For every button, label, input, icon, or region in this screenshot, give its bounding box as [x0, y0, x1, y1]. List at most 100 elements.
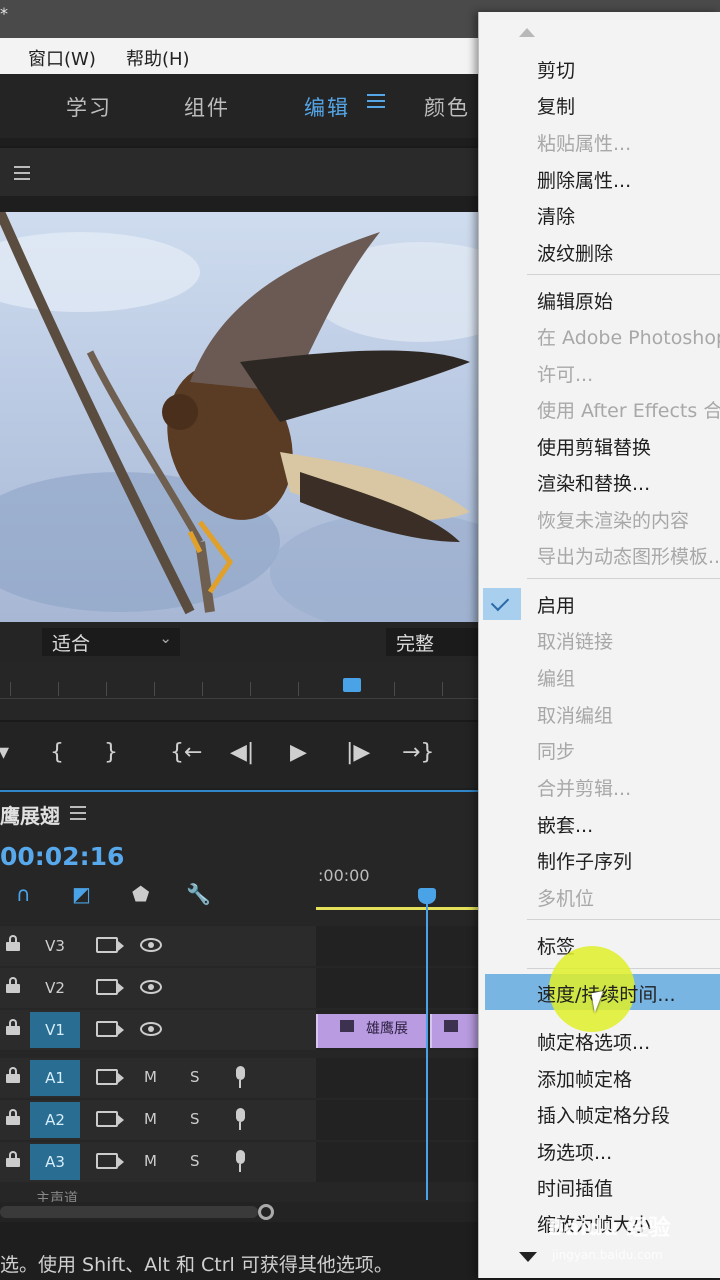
panel-menu-icon[interactable]	[14, 166, 30, 184]
microphone-icon[interactable]	[233, 1066, 247, 1088]
menu-item-field-options[interactable]: 场选项...	[537, 1138, 612, 1165]
track-target-v2[interactable]: V2	[30, 970, 80, 1006]
tab-learn[interactable]: 学习	[66, 92, 112, 122]
eye-icon[interactable]	[140, 1022, 162, 1036]
menu-item-add-frame-hold[interactable]: 添加帧定格	[537, 1065, 632, 1092]
chevron-down-icon: ⌄	[159, 629, 172, 647]
monitor-playhead[interactable]	[343, 678, 361, 692]
snap-icon[interactable]: ∩	[16, 882, 31, 906]
menu-item-ripple-delete[interactable]: 波纹删除	[537, 239, 613, 266]
video-clip[interactable]	[430, 1014, 480, 1048]
playback-resolution-dropdown[interactable]: 完整	[386, 628, 478, 656]
sync-lock-icon[interactable]	[96, 1153, 124, 1169]
lock-icon[interactable]	[6, 977, 20, 993]
menu-help[interactable]: 帮助(H)	[126, 45, 190, 71]
menu-item-render-and-replace[interactable]: 渲染和替换...	[537, 469, 650, 496]
zoom-level-dropdown[interactable]: 适合 ⌄	[42, 628, 180, 656]
scroll-down-arrow-icon[interactable]	[519, 1252, 537, 1262]
eye-icon[interactable]	[140, 980, 162, 994]
track-a1: A1 M S	[0, 1058, 480, 1098]
track-target-a3[interactable]: A3	[30, 1144, 80, 1180]
track-target-v3[interactable]: V3	[30, 928, 80, 964]
lock-icon[interactable]	[6, 1019, 20, 1035]
wrench-icon[interactable]: 🔧	[186, 882, 211, 906]
track-v1: V1 雄鹰展	[0, 1010, 480, 1050]
track-lane-a2[interactable]	[316, 1100, 480, 1140]
sync-lock-icon[interactable]	[96, 1021, 124, 1037]
menu-window[interactable]: 窗口(W)	[28, 45, 96, 71]
sync-lock-icon[interactable]	[96, 1111, 124, 1127]
menu-item-nest[interactable]: 嵌套...	[537, 811, 593, 838]
linked-selection-icon[interactable]: ◩	[72, 882, 91, 906]
sync-lock-icon[interactable]	[96, 937, 124, 953]
go-to-in-button[interactable]: {←	[170, 740, 202, 765]
mark-out-button[interactable]: }	[104, 740, 118, 765]
work-area-bar[interactable]	[316, 907, 480, 910]
zoom-handle[interactable]	[258, 1204, 274, 1220]
workspace-menu-icon[interactable]	[367, 94, 385, 112]
go-to-out-button[interactable]: →}	[402, 740, 434, 765]
video-clip[interactable]: 雄鹰展	[316, 1014, 426, 1048]
mute-button[interactable]: M	[144, 1152, 157, 1170]
menu-item-remove-attributes[interactable]: 删除属性...	[537, 166, 631, 193]
lock-icon[interactable]	[6, 1151, 20, 1167]
lock-icon[interactable]	[6, 1109, 20, 1125]
tab-assembly[interactable]: 组件	[184, 92, 230, 122]
microphone-icon[interactable]	[233, 1150, 247, 1172]
play-button[interactable]: ▶	[290, 740, 307, 765]
menu-item-speed-duration[interactable]: 速度/持续时间...	[537, 980, 676, 1007]
tab-color[interactable]: 颜色	[424, 92, 470, 122]
track-lane-v3[interactable]	[316, 926, 480, 966]
menu-item-edit-original[interactable]: 编辑原始	[537, 287, 613, 314]
solo-button[interactable]: S	[190, 1110, 200, 1128]
menu-item-frame-hold-options[interactable]: 帧定格选项...	[537, 1028, 650, 1055]
scroll-up-arrow-icon[interactable]	[519, 28, 535, 37]
timeline-playhead[interactable]	[418, 888, 436, 904]
scrollbar-thumb[interactable]	[0, 1206, 258, 1218]
eye-icon[interactable]	[140, 938, 162, 952]
menu-item-merge-clips: 合并剪辑...	[537, 778, 632, 800]
playhead-timecode[interactable]: 00:02:16	[0, 842, 124, 871]
microphone-icon[interactable]	[233, 1108, 247, 1130]
solo-button[interactable]: S	[190, 1068, 200, 1086]
add-marker-button[interactable]: ▾	[0, 740, 9, 765]
sync-lock-icon[interactable]	[96, 979, 124, 995]
lock-icon[interactable]	[6, 1067, 20, 1083]
menu-item-copy[interactable]: 复制	[537, 92, 575, 119]
track-lane-a1[interactable]	[316, 1058, 480, 1098]
menu-item-insert-frame-hold-segment[interactable]: 插入帧定格分段	[537, 1101, 670, 1128]
track-lane-a3[interactable]	[316, 1142, 480, 1182]
lock-icon[interactable]	[6, 935, 20, 951]
track-target-v1[interactable]: V1	[30, 1012, 80, 1048]
solo-button[interactable]: S	[190, 1152, 200, 1170]
menu-item-time-interpolation[interactable]: 时间插值	[537, 1174, 613, 1201]
menu-item-replace-with-clip[interactable]: 使用剪辑替换	[537, 433, 651, 460]
mute-button[interactable]: M	[144, 1068, 157, 1086]
menu-item-clear[interactable]: 清除	[537, 202, 575, 229]
menu-item-enable[interactable]: 启用	[537, 591, 575, 618]
mark-in-button[interactable]: {	[50, 740, 64, 765]
add-marker-icon[interactable]: ⬟	[132, 882, 149, 906]
menu-item-edit-in-photoshop: 在 Adobe Photoshop	[537, 327, 720, 349]
menu-item-paste-attributes: 粘贴属性...	[537, 133, 632, 155]
step-forward-button[interactable]: |▶	[346, 740, 370, 765]
timeline-menu-icon[interactable]	[70, 806, 86, 824]
mute-button[interactable]: M	[144, 1110, 157, 1128]
menu-item-cut[interactable]: 剪切	[537, 56, 575, 83]
track-target-a1[interactable]: A1	[30, 1060, 80, 1096]
timeline-horizontal-scrollbar[interactable]	[0, 1202, 480, 1222]
menu-item-export-mogrt: 导出为动态图形模板...	[537, 546, 720, 568]
tab-editing[interactable]: 编辑	[304, 92, 350, 122]
step-back-button[interactable]: ◀|	[230, 740, 254, 765]
track-target-a2[interactable]: A2	[30, 1102, 80, 1138]
track-lane-v2[interactable]	[316, 968, 480, 1008]
menu-separator	[527, 919, 720, 920]
sync-lock-icon[interactable]	[96, 1069, 124, 1085]
timeline-ruler[interactable]	[316, 892, 480, 912]
sequence-tab[interactable]: 鹰展翅	[0, 800, 60, 829]
menu-item-make-subsequence[interactable]: 制作子序列	[537, 847, 632, 874]
menu-item-ungroup: 取消编组	[537, 705, 614, 727]
menu-item-multi-camera: 多机位	[537, 888, 595, 910]
track-lane-v1[interactable]: 雄鹰展	[316, 1010, 480, 1050]
checkmark-icon	[483, 588, 521, 620]
